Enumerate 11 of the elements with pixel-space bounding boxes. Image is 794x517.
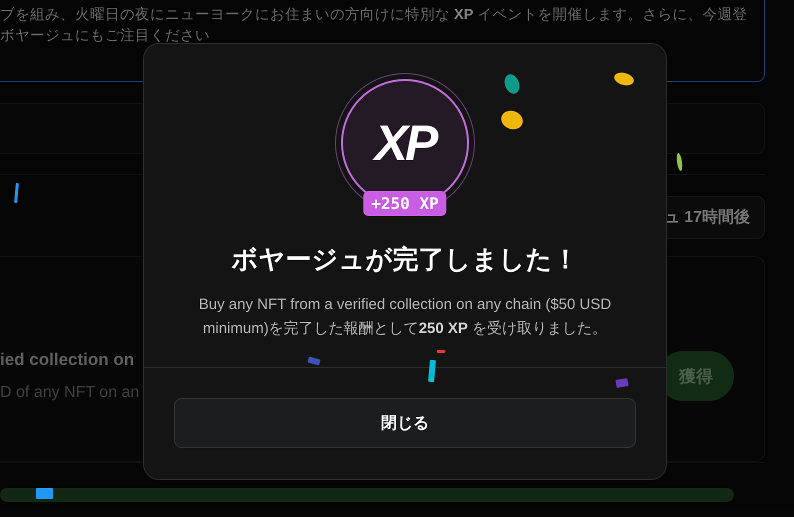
confetti-piece xyxy=(14,182,19,204)
confetti-piece xyxy=(36,488,53,499)
quest-description: D of any NFT on an xyxy=(0,384,140,402)
confetti-piece xyxy=(676,152,684,172)
dialog-message: Buy any NFT from a verified collection on any chain ($50 USD minimum)を完了した報酬として250 XP を受け取りました。 xyxy=(198,295,612,339)
confetti-piece xyxy=(437,350,445,353)
dialog-title: ボヤージュが完了しました！ xyxy=(232,243,578,276)
quest-title: ied collection on xyxy=(0,350,136,370)
announcement-text: ブを組み、火曜日の夜にニューヨークにお住まいの方向けに特別な XP イベントを開催します。さらに、今週登 ボヤージュにもご注目ください xyxy=(0,6,748,46)
xp-badge: +250 XP xyxy=(363,191,447,216)
close-button[interactable]: 閉じる xyxy=(174,398,636,448)
